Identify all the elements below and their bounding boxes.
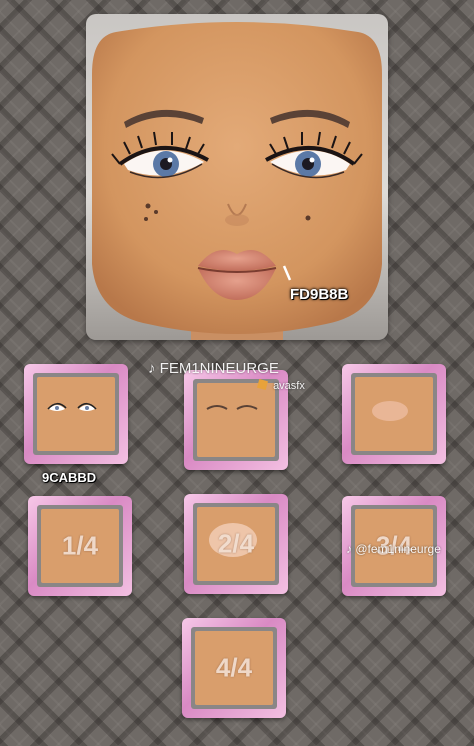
brows-icon (206, 405, 258, 410)
tile-nose-blush[interactable] (342, 364, 446, 464)
tile-two-quarters[interactable]: 2/4 (184, 494, 288, 594)
tile-eyes[interactable] (24, 364, 128, 464)
tiktok-icon: ♪ (148, 360, 156, 377)
tile-full[interactable]: 4/4 (182, 618, 286, 718)
eyes-color-code: 9CABBD (42, 470, 97, 485)
blush-icon (372, 401, 408, 421)
tiktok-watermark-center: ♪ FEM1NINEURGE (148, 360, 279, 377)
fraction-label: 1/4 (61, 530, 99, 561)
fraction-label: 2/4 (217, 528, 255, 559)
eyes-icon (47, 402, 97, 411)
roblox-watermark: avasfx (256, 378, 305, 392)
tile-one-quarter[interactable]: 1/4 (28, 496, 132, 596)
face-preview: FD9B8B (86, 14, 388, 340)
fraction-label: 4/4 (215, 652, 253, 683)
roblox-icon (256, 378, 269, 391)
tiktok-icon: ♪ (346, 542, 352, 556)
lip-color-code: FD9B8B (290, 286, 349, 303)
tiktok-watermark-right: ♪ @fem1nineurge (346, 542, 441, 556)
